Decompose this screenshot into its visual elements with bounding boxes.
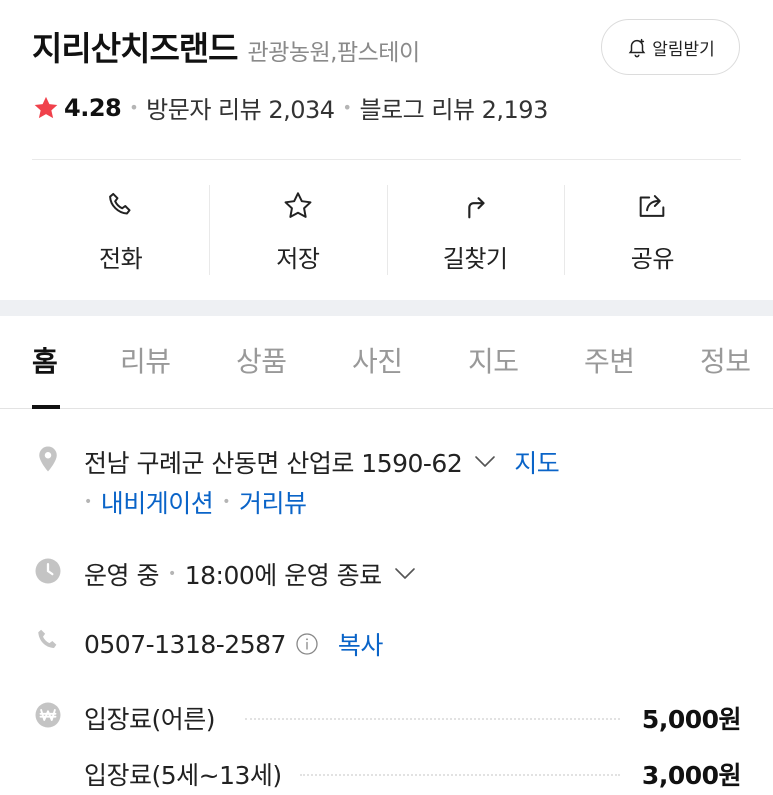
turn-right-arrow-icon [468,197,485,219]
call-button[interactable]: 전화 [32,185,209,277]
street-view-link[interactable]: 거리뷰 [239,484,307,520]
tab-photos[interactable]: 사진 [352,340,403,380]
directions-button[interactable]: 길찾기 [386,185,564,277]
save-button[interactable]: 저장 [209,185,386,277]
fee-price: 3,000원 [641,761,742,790]
chevron-down-icon[interactable] [394,567,416,581]
map-link[interactable]: 지도 [514,444,560,480]
section-separator [0,300,773,316]
dotted-leader [300,774,620,776]
place-detail-page: 지리산치즈랜드 관광농원,팜스테이 알림받기 4.28 • 방문자 리뷰 2,0… [0,0,773,795]
blog-review-count[interactable]: 블로그 리뷰 2,193 [359,90,548,125]
clock-icon [35,558,61,584]
address-sublinks: • 내비게이션 • 거리뷰 [84,484,307,520]
bell-plus-icon [628,38,646,58]
rating-row: 4.28 • 방문자 리뷰 2,034 • 블로그 리뷰 2,193 [32,90,548,125]
chevron-down-icon[interactable] [474,455,496,469]
separator-dot: • [167,566,176,582]
dotted-leader [245,718,620,720]
directions-label: 길찾기 [442,245,508,273]
separator-dot: • [222,494,231,510]
separator-dot: • [342,98,352,117]
rating-value: 4.28 [64,93,122,122]
phone-icon [108,192,131,215]
location-pin-icon [39,446,57,472]
notify-button[interactable]: 알림받기 [601,19,740,75]
address-line: 전남 구례군 산동면 산업로 1590-62 지도 [84,444,560,480]
action-bar: 전화 저장 길찾기 공유 [32,185,741,277]
active-tab-indicator [32,405,60,409]
hours-line[interactable]: 운영 중 • 18:00에 운영 종료 [84,556,416,592]
tab-bar: 홈 리뷰 상품 사진 지도 주변 정보 [0,316,773,409]
won-currency-icon [35,702,61,728]
star-outline-icon [284,192,312,218]
tab-info[interactable]: 정보 [700,340,751,380]
phone-number[interactable]: 0507-1318-2587 [84,630,286,659]
info-icon[interactable] [295,632,319,656]
hours-status: 운영 중 [84,561,159,590]
address-text: 전남 구례군 산동면 산업로 1590-62 [84,449,463,478]
save-label: 저장 [276,245,320,273]
separator-dot: • [84,494,92,510]
tab-reviews[interactable]: 리뷰 [120,340,171,380]
tab-products[interactable]: 상품 [236,340,287,380]
fee-label: 입장료(어른) [84,705,216,734]
title-row: 지리산치즈랜드 관광농원,팜스테이 [32,22,420,70]
phone-line: 0507-1318-2587 복사 [84,626,383,662]
star-icon [34,96,58,118]
notify-label: 알림받기 [652,39,715,60]
place-name: 지리산치즈랜드 [32,29,239,68]
tab-home[interactable]: 홈 [32,340,58,380]
navigation-link[interactable]: 내비게이션 [101,484,214,520]
fee-label: 입장료(5세~13세) [84,761,282,790]
tab-nearby[interactable]: 주변 [584,340,635,380]
header-divider [32,159,741,160]
phone-icon [38,629,57,648]
place-header: 지리산치즈랜드 관광농원,팜스테이 알림받기 4.28 • 방문자 리뷰 2,0… [0,0,773,160]
share-button[interactable]: 공유 [563,185,741,277]
separator-dot: • [129,98,139,117]
fee-price: 5,000원 [641,705,742,734]
call-label: 전화 [99,245,143,273]
visitor-review-count[interactable]: 방문자 리뷰 2,034 [146,90,335,125]
hours-detail: 18:00에 운영 종료 [184,561,382,590]
tab-map[interactable]: 지도 [468,340,519,380]
share-label: 공유 [630,245,675,273]
place-category: 관광농원,팜스테이 [247,40,421,66]
share-icon [640,195,665,217]
copy-link[interactable]: 복사 [338,626,384,662]
